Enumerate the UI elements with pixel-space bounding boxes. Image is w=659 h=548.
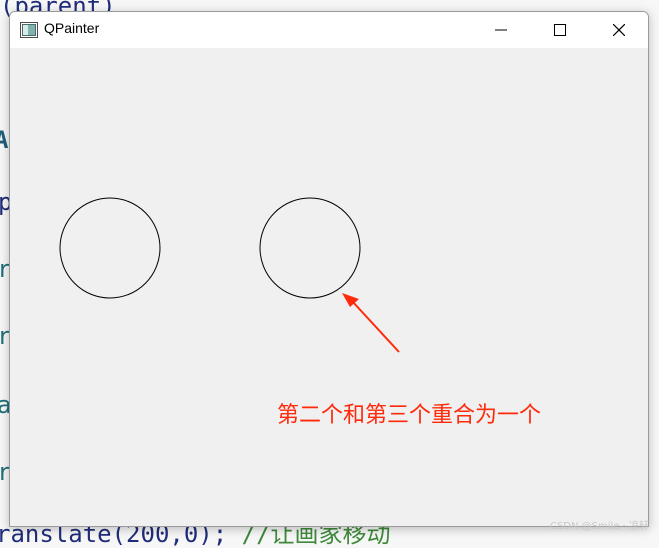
title-bar[interactable]: QPainter	[10, 12, 648, 48]
annotation-text: 第二个和第三个重合为一个	[277, 403, 542, 428]
maximize-button[interactable]	[531, 12, 589, 48]
watermark: CSDN @Smile · 凉轩	[549, 521, 649, 532]
close-icon	[613, 24, 625, 36]
maximize-icon	[554, 24, 566, 36]
painter-canvas-area: 第二个和第三个重合为一个	[10, 48, 648, 526]
second-third-overlapping-circle	[259, 197, 361, 299]
minimize-button[interactable]	[472, 12, 530, 48]
first-circle	[59, 197, 161, 299]
qpainter-window: QPainter 第二个和第三个重合为一个	[9, 11, 649, 527]
qt-window-icon	[20, 22, 38, 38]
minimize-icon	[495, 29, 507, 31]
window-title: QPainter	[44, 20, 100, 36]
close-button[interactable]	[590, 12, 648, 48]
code-line-bold: A	[0, 126, 9, 154]
painter-canvas	[59, 197, 400, 353]
annotation-arrow	[342, 293, 400, 353]
